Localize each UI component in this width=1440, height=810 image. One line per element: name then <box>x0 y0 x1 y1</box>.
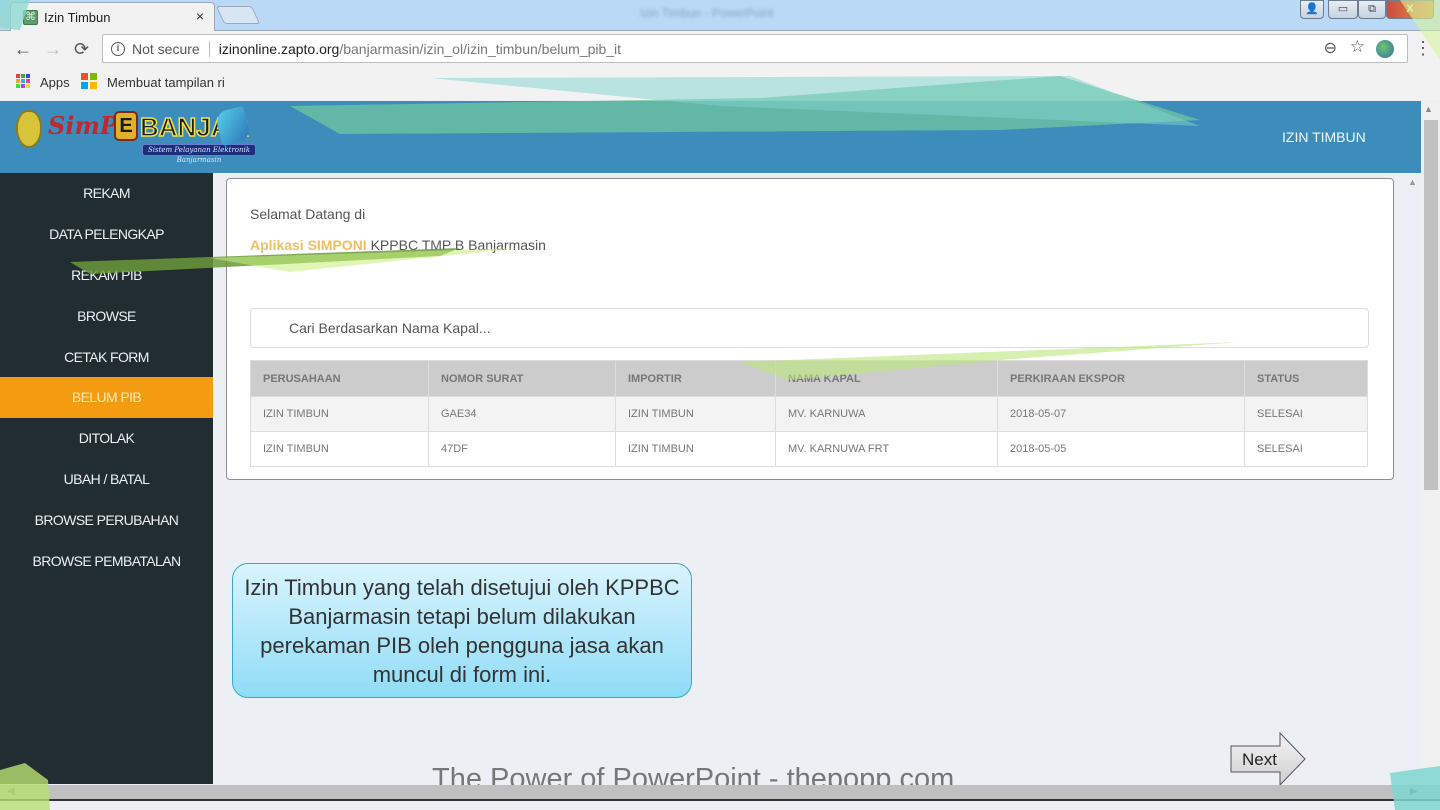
cell-nomor-surat: 47DF <box>428 431 616 467</box>
sidebar-item-browse-perubahan[interactable]: BROWSE PERUBAHAN <box>0 500 213 541</box>
search-ship-name-input[interactable] <box>250 308 1369 348</box>
maximize-button[interactable]: ⧉ <box>1358 0 1386 19</box>
annotation-callout: Izin Timbun yang telah disetujui oleh KP… <box>232 563 692 698</box>
back-arrow-icon[interactable]: ← <box>14 39 32 60</box>
vertical-scroll-thumb[interactable] <box>1424 120 1438 490</box>
close-window-button[interactable]: X <box>1386 0 1434 19</box>
sidebar: REKAM DATA PELENGKAP REKAM PIB BROWSE CE… <box>0 173 213 784</box>
apps-grid-icon[interactable] <box>16 74 30 88</box>
scroll-left-icon[interactable]: ◀ <box>7 786 15 797</box>
logo-tagline: Sistem Pelayanan Elektronik Banjarmasin <box>142 144 256 164</box>
bookmark-star-icon[interactable]: ☆ <box>1350 37 1365 57</box>
header-title: IZIN TIMBUN <box>1282 129 1366 145</box>
browser-tab[interactable]: ⌘ Izin Timbun × <box>10 2 215 31</box>
bookmark-membuat-tampilan[interactable]: Membuat tampilan ri <box>107 75 225 90</box>
column-header-nomor-surat[interactable]: NOMOR SURAT <box>428 360 616 397</box>
scroll-right-icon[interactable]: ▶ <box>1410 786 1418 797</box>
izin-timbun-table: PERUSAHAAN NOMOR SURAT IMPORTIR NAMA KAP… <box>250 360 1368 467</box>
emblem-icon <box>16 110 42 148</box>
tab-close-icon[interactable]: × <box>196 8 204 24</box>
column-header-importir[interactable]: IMPORTIR <box>615 360 776 397</box>
bookmark-apps[interactable]: Apps <box>40 75 70 90</box>
profile-button[interactable]: 👤 <box>1300 0 1324 19</box>
windows-logo-icon <box>81 73 97 89</box>
column-header-status[interactable]: STATUS <box>1244 360 1368 397</box>
tab-favicon-icon: ⌘ <box>23 9 38 25</box>
sidebar-item-cetak-form[interactable]: CETAK FORM <box>0 337 213 378</box>
sidebar-item-rekam[interactable]: REKAM <box>0 173 213 214</box>
horizontal-scrollbar[interactable] <box>0 785 1440 801</box>
sidebar-item-browse-pembatalan[interactable]: BROWSE PEMBATALAN <box>0 541 213 582</box>
cell-status: SELESAI <box>1244 431 1368 467</box>
cell-perusahaan: IZIN TIMBUN <box>250 396 429 432</box>
cell-perkiraan-ekspor: 2018-05-07 <box>997 396 1245 432</box>
next-arrow-button[interactable] <box>1230 732 1306 786</box>
column-header-perusahaan[interactable]: PERUSAHAAN <box>250 360 429 397</box>
browser-menu-icon[interactable]: ⋮ <box>1414 38 1432 59</box>
sidebar-item-belum-pib[interactable]: BELUM PIB <box>0 377 213 418</box>
next-arrow-icon <box>1230 732 1306 786</box>
simpe-banjar-logo[interactable]: SimP E BANJAR Sistem Pelayanan Elektroni… <box>16 105 261 164</box>
app-name-line: Aplikasi SIMPONI KPPBC TMP B Banjarmasin <box>250 237 546 253</box>
inner-scroll-up-icon[interactable]: ▲ <box>1408 177 1417 187</box>
forward-arrow-icon[interactable]: → <box>44 39 62 60</box>
sidebar-item-browse[interactable]: BROWSE <box>0 296 213 337</box>
address-bar[interactable]: i Not secure izinonline.zapto.org/banjar… <box>102 34 1408 63</box>
zoom-out-icon[interactable]: ⊖ <box>1324 38 1337 58</box>
table-header-row: PERUSAHAAN NOMOR SURAT IMPORTIR NAMA KAP… <box>250 360 1368 397</box>
sidebar-item-data-pelengkap[interactable]: DATA PELENGKAP <box>0 214 213 255</box>
minimize-button[interactable]: ▭ <box>1328 0 1358 19</box>
sidebar-item-ditolak[interactable]: DITOLAK <box>0 418 213 459</box>
cell-nomor-surat: GAE34 <box>428 396 616 432</box>
tab-title: Izin Timbun <box>44 9 111 25</box>
welcome-text: Selamat Datang di <box>250 206 366 222</box>
table-row[interactable]: IZIN TIMBUN GAE34 IZIN TIMBUN MV. KARNUW… <box>250 396 1368 432</box>
cell-perkiraan-ekspor: 2018-05-05 <box>997 431 1245 467</box>
url-host: izinonline.zapto.org <box>218 40 340 57</box>
scroll-up-icon[interactable]: ▲ <box>1424 104 1433 114</box>
sidebar-item-ubah-batal[interactable]: UBAH / BATAL <box>0 459 213 500</box>
url-path: /banjarmasin/izin_ol/izin_timbun/belum_p… <box>339 40 622 57</box>
app-name-highlight: Aplikasi SIMPONI <box>250 237 367 253</box>
logo-e-badge: E <box>114 111 138 141</box>
column-header-nama-kapal[interactable]: NAMA KAPAL <box>775 360 998 397</box>
app-name-office: KPPBC TMP B Banjarmasin <box>366 237 546 253</box>
cell-nama-kapal: MV. KARNUWA FRT <box>775 431 998 467</box>
table-row[interactable]: IZIN TIMBUN 47DF IZIN TIMBUN MV. KARNUWA… <box>250 431 1368 467</box>
browser-toolbar: ← → ⟳ i Not secure izinonline.zapto.org /… <box>0 31 1440 67</box>
cell-perusahaan: IZIN TIMBUN <box>250 431 429 467</box>
sidebar-item-rekam-pib[interactable]: REKAM PIB <box>0 255 213 296</box>
security-label[interactable]: Not secure <box>132 40 210 57</box>
cell-importir: IZIN TIMBUN <box>615 396 776 432</box>
reload-icon[interactable]: ⟳ <box>74 39 89 60</box>
cell-nama-kapal: MV. KARNUWA <box>775 396 998 432</box>
info-icon[interactable]: i <box>111 41 125 56</box>
logo-simp-text: SimP <box>48 111 118 140</box>
column-header-perkiraan-ekspor[interactable]: PERKIRAAN EKSPOR <box>997 360 1245 397</box>
cell-importir: IZIN TIMBUN <box>615 431 776 467</box>
window-title: Izin Timbun - PowerPoint <box>640 6 774 20</box>
extension-globe-icon[interactable] <box>1376 40 1394 58</box>
cell-status: SELESAI <box>1244 396 1368 432</box>
